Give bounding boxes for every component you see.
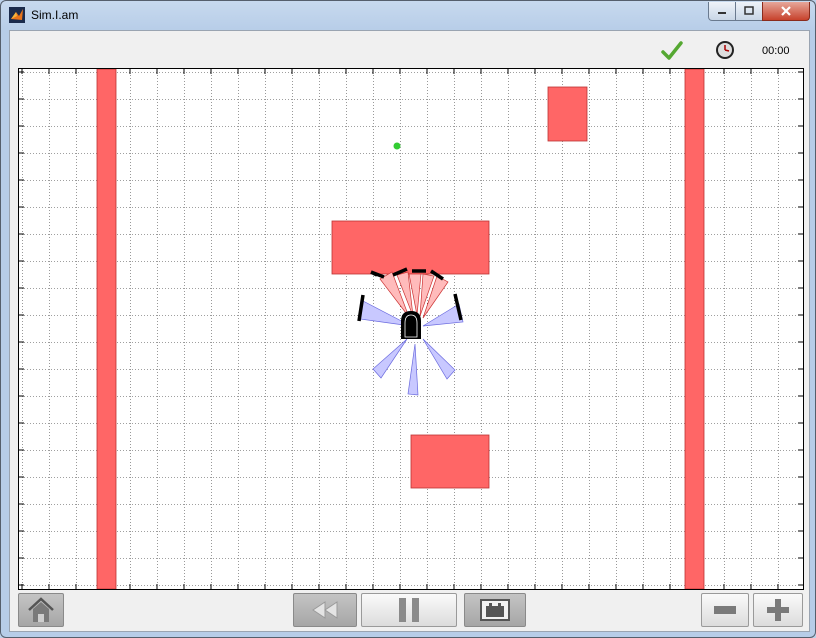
close-button[interactable] [762,2,810,21]
home-icon [28,597,54,622]
pause-icon [399,598,419,622]
robot-view-button[interactable] [464,593,526,627]
zoom-in-button[interactable] [753,593,803,627]
checkmark-icon [661,41,683,60]
rewind-button[interactable] [293,593,357,627]
obstacle-center-top [331,220,490,275]
elapsed-time: 00:00 [762,45,790,57]
minimize-icon [718,12,726,14]
app-window: Sim.I.am 00:00 [0,0,816,638]
title-bar: Sim.I.am [1,1,815,29]
obstacle-left-wall [96,69,117,589]
obstacle-right-wall [684,69,705,589]
matlab-logo-icon [9,7,25,23]
obstacle-center-bottom [410,434,490,489]
home-button[interactable] [18,593,64,627]
zoom-out-icon [714,606,736,614]
zoom-in-icon [767,599,789,621]
pause-button[interactable] [361,593,457,627]
robot-view-icon [480,599,510,621]
window-title: Sim.I.am [31,8,79,22]
close-icon [781,6,791,16]
clock-icon [716,41,734,59]
obstacle-top-right [547,86,588,142]
goal-marker [393,142,401,150]
rewind-icon [312,601,338,619]
maximize-icon [744,6,754,15]
minimize-button[interactable] [708,2,736,21]
zoom-out-button[interactable] [701,593,749,627]
maximize-button[interactable] [735,2,763,21]
simulator-panel: 00:00 [9,30,810,632]
simulation-arena[interactable] [18,68,804,590]
